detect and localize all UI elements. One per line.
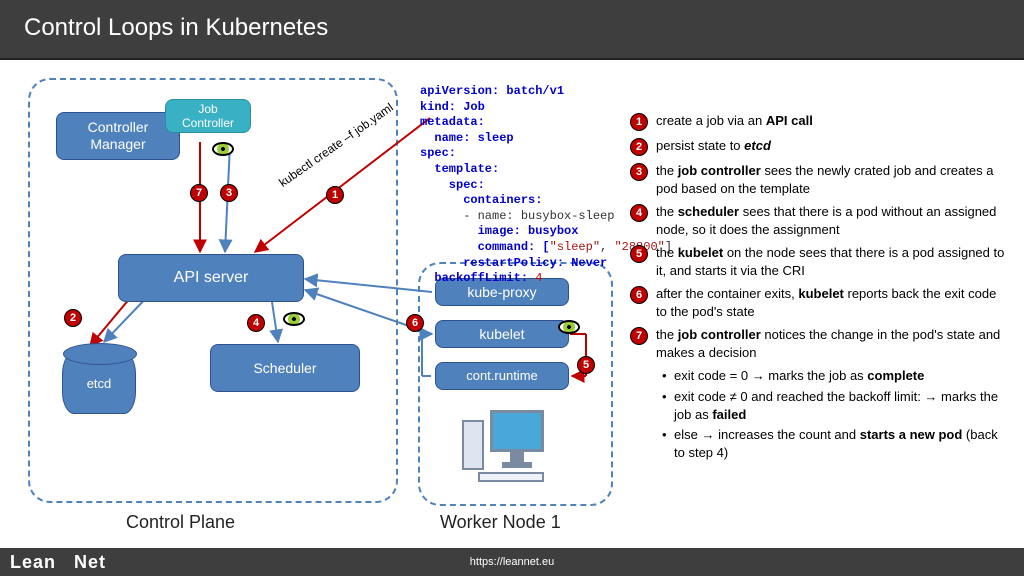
api-server-box: API server [118, 254, 304, 302]
step-badge-4: 4 [247, 314, 265, 332]
worker-node-label: Worker Node 1 [440, 512, 561, 533]
step-text: the kubelet on the node sees that there … [656, 244, 1010, 279]
eye-icon [212, 142, 234, 156]
eye-icon [283, 312, 305, 326]
kubelet-box: kubelet [435, 320, 569, 348]
step-text: after the container exits, kubelet repor… [656, 285, 1010, 320]
footer: LeanNet https://leannet.eu [0, 548, 1024, 576]
bullet: exit code = 0 → marks the job as complet… [662, 367, 1010, 385]
step-text: the scheduler sees that there is a pod w… [656, 203, 1010, 238]
step-text: the job controller sees the newly crated… [656, 162, 1010, 197]
step-badge-7: 7 [190, 184, 208, 202]
brand-logo: LeanNet [10, 552, 106, 573]
footer-url: https://leannet.eu [470, 556, 554, 568]
etcd-cylinder: etcd [62, 352, 136, 414]
step-badge-1: 1 [326, 186, 344, 204]
step-badge-2: 2 [64, 309, 82, 327]
step-text: the job controller notices the change in… [656, 326, 1010, 361]
control-plane-label: Control Plane [126, 512, 235, 533]
diagram-stage: Control Plane Worker Node 1 Controller M… [0, 62, 1024, 548]
scheduler-box: Scheduler [210, 344, 360, 392]
step-badge-6: 6 [406, 314, 424, 332]
container-runtime-box: cont.runtime [435, 362, 569, 390]
bullet: exit code ≠ 0 and reached the backoff li… [662, 388, 1010, 423]
step-text: create a job via an API call [656, 112, 1010, 131]
page-title: Control Loops in Kubernetes [0, 0, 1024, 60]
step-text: persist state to etcd [656, 137, 1010, 156]
eye-icon [558, 320, 580, 334]
step-badge-3: 3 [220, 184, 238, 202]
steps-list: 1create a job via an API call 2persist s… [630, 112, 1010, 464]
controller-manager-box: Controller Manager [56, 112, 180, 160]
job-controller-box: Job Controller [165, 99, 251, 133]
bullet: else → increases the count and starts a … [662, 426, 1010, 461]
computer-icon [462, 402, 552, 482]
step-badge-5: 5 [577, 356, 595, 374]
